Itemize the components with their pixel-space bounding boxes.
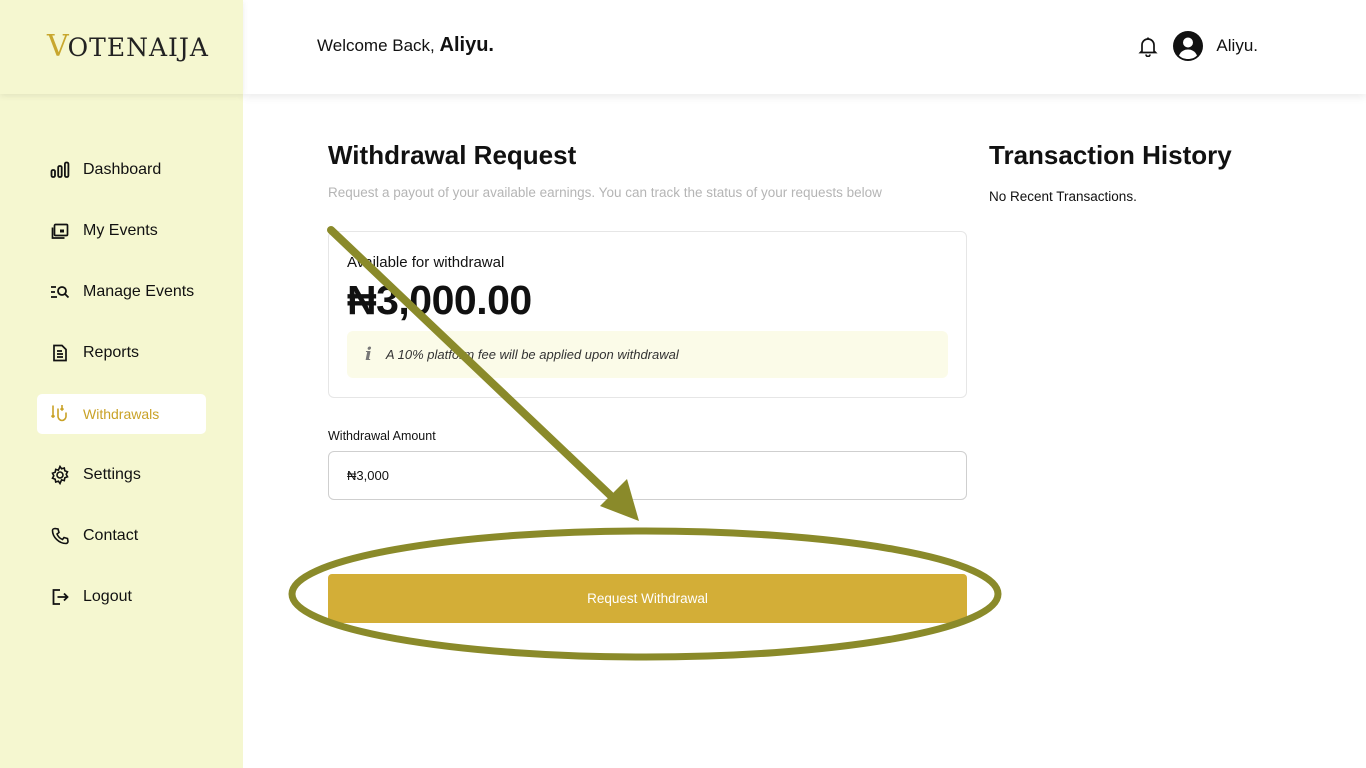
welcome-prefix: Welcome Back, xyxy=(317,36,440,55)
sidebar-item-contact[interactable]: Contact xyxy=(37,516,206,556)
sidebar-item-label: Withdrawals xyxy=(83,406,160,422)
gear-icon xyxy=(50,465,70,485)
sidebar-item-label: Dashboard xyxy=(83,161,162,178)
balance-card: Available for withdrawal ₦3,000.00 i A 1… xyxy=(328,231,967,398)
request-withdrawal-button[interactable]: Request Withdrawal xyxy=(328,574,967,623)
logout-icon xyxy=(50,587,70,607)
bell-icon[interactable] xyxy=(1137,35,1159,58)
logo-text: OTENAIJA xyxy=(67,33,209,62)
user-area: Aliyu. xyxy=(1137,31,1258,61)
fee-notice: i A 10% platform fee will be applied upo… xyxy=(347,331,948,378)
fee-note-text: A 10% platform fee will be applied upon … xyxy=(385,347,679,362)
report-icon xyxy=(50,343,70,363)
welcome-message: Welcome Back, Aliyu. xyxy=(317,34,494,57)
phone-icon xyxy=(50,526,70,546)
sidebar-item-settings[interactable]: Settings xyxy=(37,455,206,495)
bar-chart-icon xyxy=(50,160,70,180)
sidebar-item-label: Settings xyxy=(83,466,141,483)
sidebar-nav: Dashboard My Events Manage Events Report… xyxy=(37,150,206,638)
topbar: Welcome Back, Aliyu. Aliyu. xyxy=(243,0,1366,94)
sidebar-item-withdrawals[interactable]: Withdrawals xyxy=(37,394,206,434)
transaction-history: Transaction History No Recent Transactio… xyxy=(989,140,1232,204)
history-empty-text: No Recent Transactions. xyxy=(989,189,1137,204)
logo-area: V OTENAIJA xyxy=(0,0,243,94)
page-title: Withdrawal Request xyxy=(328,140,577,170)
avatar[interactable] xyxy=(1173,31,1204,61)
sidebar-item-label: Manage Events xyxy=(83,283,195,300)
withdraw-icon xyxy=(50,404,70,424)
sidebar-item-my-events[interactable]: My Events xyxy=(37,211,206,251)
sidebar-item-manage-events[interactable]: Manage Events xyxy=(37,272,206,312)
welcome-name: Aliyu. xyxy=(439,34,494,56)
user-name[interactable]: Aliyu. xyxy=(1216,36,1258,56)
withdrawal-section: Withdrawal Request Request a payout of y… xyxy=(328,140,968,500)
sidebar: V OTENAIJA Dashboard My Events Manage Eve… xyxy=(0,0,243,768)
sidebar-item-label: Reports xyxy=(83,344,140,361)
calendar-icon xyxy=(50,221,70,241)
list-search-icon xyxy=(50,282,70,302)
info-icon: i xyxy=(365,344,372,365)
logo[interactable]: V OTENAIJA xyxy=(47,29,209,64)
available-amount: ₦3,000.00 xyxy=(347,277,532,323)
withdrawal-amount-input[interactable] xyxy=(328,451,967,500)
sidebar-item-dashboard[interactable]: Dashboard xyxy=(37,150,206,190)
sidebar-item-reports[interactable]: Reports xyxy=(37,333,206,373)
page-subtitle: Request a payout of your available earni… xyxy=(328,185,882,200)
available-label: Available for withdrawal xyxy=(347,254,505,271)
sidebar-item-label: Logout xyxy=(83,588,132,605)
history-title: Transaction History xyxy=(989,140,1232,170)
amount-label: Withdrawal Amount xyxy=(328,429,436,443)
sidebar-item-label: Contact xyxy=(83,527,139,544)
sidebar-item-logout[interactable]: Logout xyxy=(37,577,206,617)
sidebar-item-label: My Events xyxy=(83,222,158,239)
logo-v: V xyxy=(47,29,70,64)
